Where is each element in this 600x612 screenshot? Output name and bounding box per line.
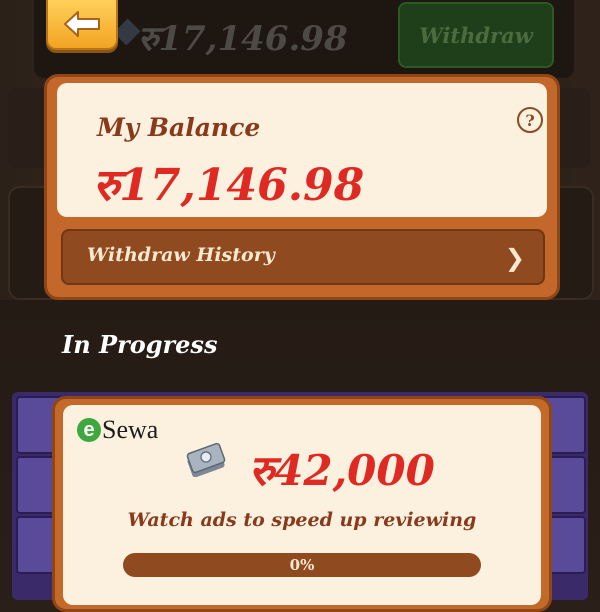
balance-amount: रु17,146.98 <box>93 160 365 211</box>
back-button[interactable] <box>46 0 118 50</box>
balance-title: My Balance <box>97 113 261 142</box>
review-progress-bar: 0% <box>123 553 481 577</box>
review-progress-label: 0% <box>289 556 315 574</box>
money-stack-icon <box>186 442 226 477</box>
withdraw-progress-card: e Sewa रु42,000 Watch ads to speed up re… <box>52 396 552 612</box>
header-balance: रु17,146.98 <box>138 19 348 59</box>
withdraw-history-button[interactable]: Withdraw History ❯ <box>61 229 545 285</box>
withdraw-amount: रु42,000 <box>249 446 435 495</box>
header-withdraw-button[interactable]: Withdraw <box>398 2 554 68</box>
help-icon[interactable]: ? <box>517 107 543 133</box>
balance-card: My Balance रु17,146.98 ? Withdraw Histor… <box>44 74 560 300</box>
section-title: In Progress <box>62 330 218 359</box>
chevron-right-icon: ❯ <box>504 244 525 272</box>
withdraw-history-label: Withdraw History <box>87 244 275 266</box>
withdraw-progress-panel: e Sewa रु42,000 Watch ads to speed up re… <box>63 405 541 605</box>
esewa-logo-mark: e <box>77 418 101 442</box>
esewa-logo: e Sewa <box>77 415 158 445</box>
review-note: Watch ads to speed up reviewing <box>127 509 477 531</box>
esewa-logo-text: Sewa <box>102 415 159 444</box>
balance-card-panel: My Balance रु17,146.98 ? <box>57 83 547 217</box>
back-arrow-icon <box>64 11 100 37</box>
